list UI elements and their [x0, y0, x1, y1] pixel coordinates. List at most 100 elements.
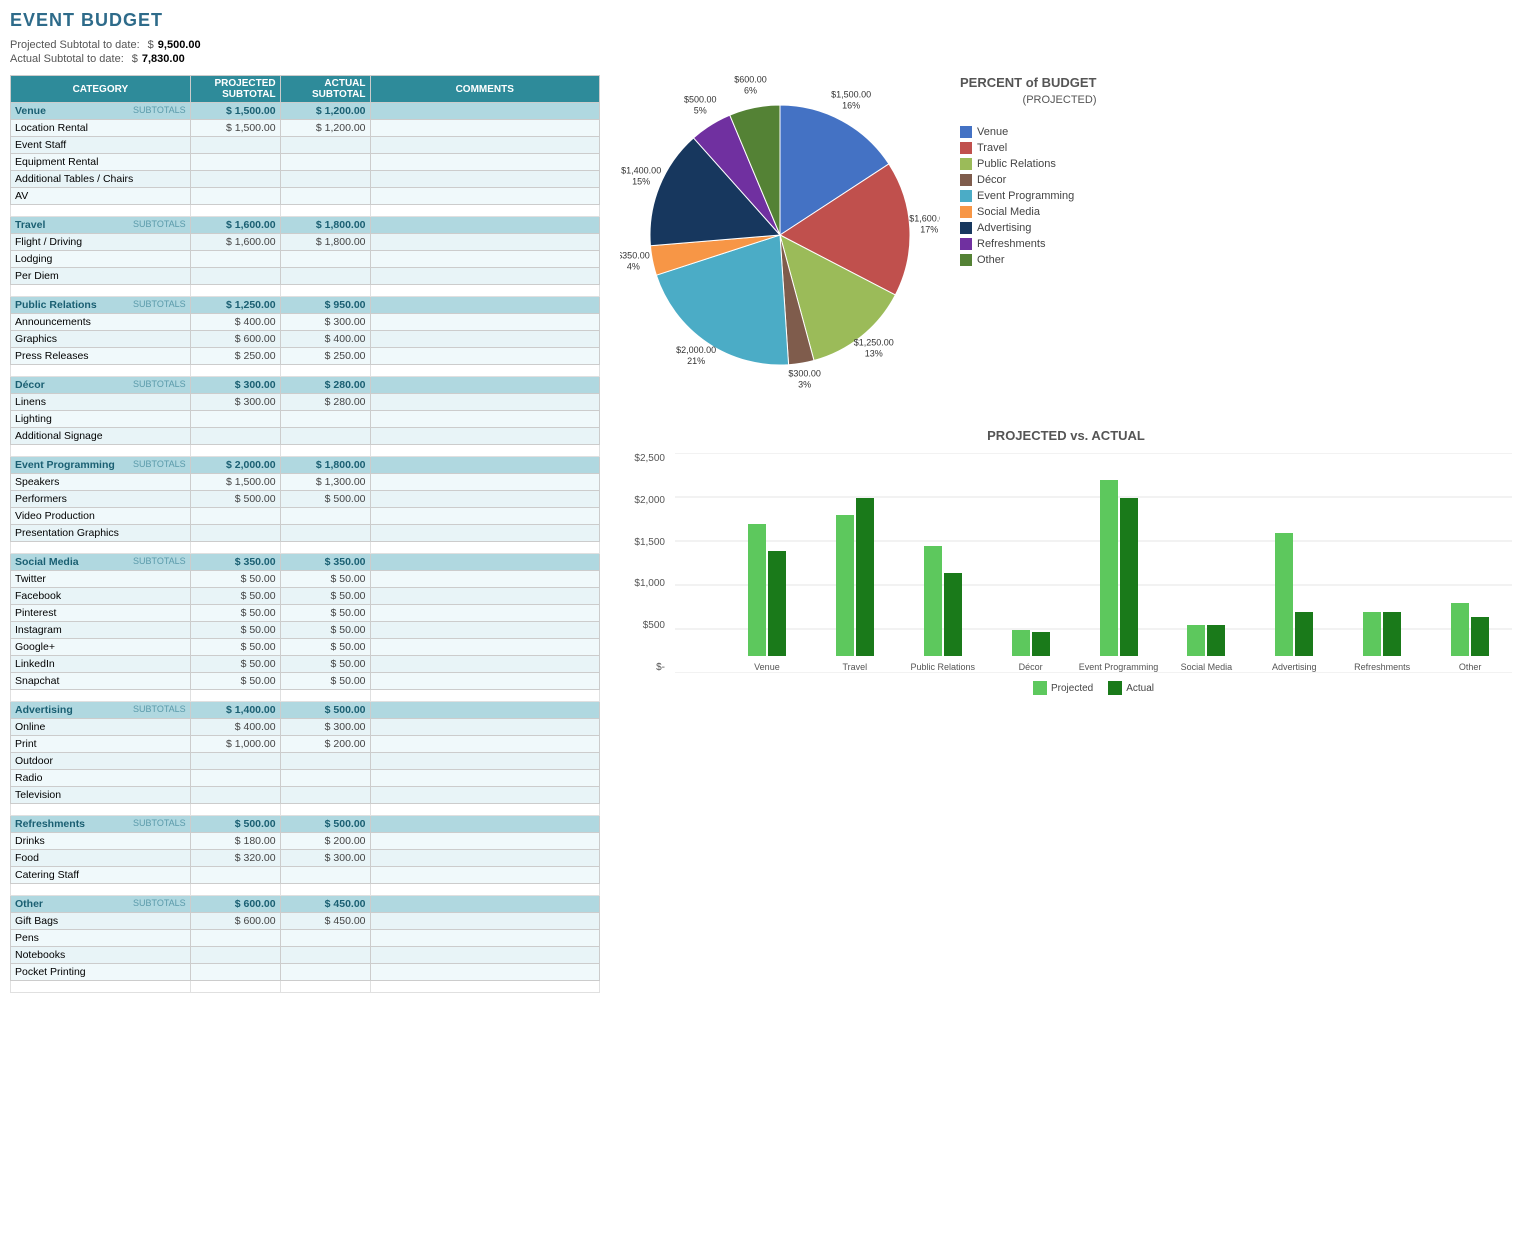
item-comments: [370, 525, 599, 542]
actual-bar: [1120, 498, 1138, 656]
separator-row: [11, 804, 600, 816]
header-comments: COMMENTS: [370, 76, 599, 103]
legend-label: Other: [977, 254, 1005, 266]
item-projected: [190, 251, 280, 268]
bar-inner: VenueTravelPublic RelationsDécorEvent Pr…: [675, 453, 1512, 673]
bar-group: Advertising: [1252, 533, 1336, 673]
section-comments: [370, 554, 599, 571]
item-actual: $ 1,200.00: [280, 120, 370, 137]
item-actual: $ 250.00: [280, 348, 370, 365]
item-comments: [370, 930, 599, 947]
projected-bar: [1275, 533, 1293, 656]
section-name: Venue SUBTOTALS: [11, 103, 191, 120]
item-projected: $ 300.00: [190, 394, 280, 411]
item-projected: $ 250.00: [190, 348, 280, 365]
table-row: Presentation Graphics: [11, 525, 600, 542]
item-projected: $ 600.00: [190, 331, 280, 348]
legend-color-box: [960, 126, 972, 138]
bar-group-label: Advertising: [1272, 662, 1317, 673]
table-row: Google+ $ 50.00 $ 50.00: [11, 639, 600, 656]
item-comments: [370, 120, 599, 137]
item-name: Announcements: [11, 314, 191, 331]
actual-bar: [1471, 617, 1489, 657]
item-name: Pens: [11, 930, 191, 947]
item-actual: [280, 268, 370, 285]
item-name: Additional Signage: [11, 428, 191, 445]
item-comments: [370, 508, 599, 525]
item-actual: $ 50.00: [280, 673, 370, 690]
item-name: Instagram: [11, 622, 191, 639]
pie-label-pct: 13%: [865, 348, 883, 358]
bar-group: Venue: [725, 524, 809, 673]
item-actual: [280, 947, 370, 964]
actual-bar: [1295, 612, 1313, 656]
item-comments: [370, 656, 599, 673]
bar-group-label: Event Programming: [1079, 662, 1159, 673]
table-row: Gift Bags $ 600.00 $ 450.00: [11, 913, 600, 930]
bar-pair: [1451, 603, 1489, 656]
table-row: Television: [11, 787, 600, 804]
bar-chart-area: $2,500$2,000$1,500$1,000$500$- VenueTrav…: [620, 453, 1512, 695]
pie-title: PERCENT of BUDGET: [960, 75, 1097, 90]
item-projected: [190, 188, 280, 205]
pie-label-value: $1,250.00: [854, 337, 894, 347]
item-name: Food: [11, 850, 191, 867]
bar-pair: [748, 524, 786, 656]
item-projected: $ 50.00: [190, 639, 280, 656]
item-projected: $ 1,500.00: [190, 120, 280, 137]
projected-bar: [836, 515, 854, 656]
legend-label: Social Media: [977, 206, 1040, 218]
section-name: Public Relations SUBTOTALS: [11, 297, 191, 314]
pie-section: $1,500.0016%$1,600.0017%$1,250.0013%$300…: [620, 75, 1512, 398]
item-name: Online: [11, 719, 191, 736]
pie-label-value: $1,500.00: [831, 90, 871, 100]
item-projected: [190, 411, 280, 428]
item-projected: [190, 867, 280, 884]
item-name: Drinks: [11, 833, 191, 850]
legend-item: Social Media: [960, 206, 1097, 218]
y-axis-label: $1,000: [620, 578, 665, 589]
table-row: Graphics $ 600.00 $ 400.00: [11, 331, 600, 348]
legend-item: Refreshments: [960, 238, 1097, 250]
section-name: Event Programming SUBTOTALS: [11, 457, 191, 474]
projected-bar: [1451, 603, 1469, 656]
table-section-header: Travel SUBTOTALS $ 1,600.00 $ 1,800.00: [11, 217, 600, 234]
pie-chart-container: $1,500.0016%$1,600.0017%$1,250.0013%$300…: [620, 75, 940, 398]
section-actual: $ 500.00: [280, 816, 370, 833]
legend-item: Public Relations: [960, 158, 1097, 170]
pie-label-value: $500.00: [684, 95, 717, 105]
item-actual: [280, 753, 370, 770]
item-name: Lodging: [11, 251, 191, 268]
bar-group: Travel: [813, 498, 897, 673]
table-row: Announcements $ 400.00 $ 300.00: [11, 314, 600, 331]
legend-item: Décor: [960, 174, 1097, 186]
section-comments: [370, 702, 599, 719]
section-actual: $ 280.00: [280, 377, 370, 394]
section-comments: [370, 217, 599, 234]
legend-label: Décor: [977, 174, 1006, 186]
table-row: LinkedIn $ 50.00 $ 50.00: [11, 656, 600, 673]
item-name: Per Diem: [11, 268, 191, 285]
budget-table-container: CATEGORY PROJECTED SUBTOTAL ACTUAL SUBTO…: [10, 75, 600, 993]
legend-label-text: Projected: [1051, 683, 1093, 694]
table-row: Per Diem: [11, 268, 600, 285]
item-actual: $ 300.00: [280, 314, 370, 331]
bar-group-label: Refreshments: [1354, 662, 1410, 673]
bar-group-label: Public Relations: [910, 662, 975, 673]
item-name: Equipment Rental: [11, 154, 191, 171]
actual-legend-item: Actual: [1108, 681, 1154, 695]
actual-value: 7,830.00: [142, 53, 185, 65]
actual-label: Actual Subtotal to date:: [10, 53, 124, 65]
actual-bar: [856, 498, 874, 656]
item-name: Event Staff: [11, 137, 191, 154]
table-row: Lodging: [11, 251, 600, 268]
table-row: Outdoor: [11, 753, 600, 770]
item-comments: [370, 719, 599, 736]
table-row: Food $ 320.00 $ 300.00: [11, 850, 600, 867]
separator-row: [11, 365, 600, 377]
pie-label-value: $1,400.00: [621, 166, 661, 176]
item-projected: [190, 137, 280, 154]
separator-row: [11, 542, 600, 554]
item-actual: [280, 787, 370, 804]
item-comments: [370, 736, 599, 753]
